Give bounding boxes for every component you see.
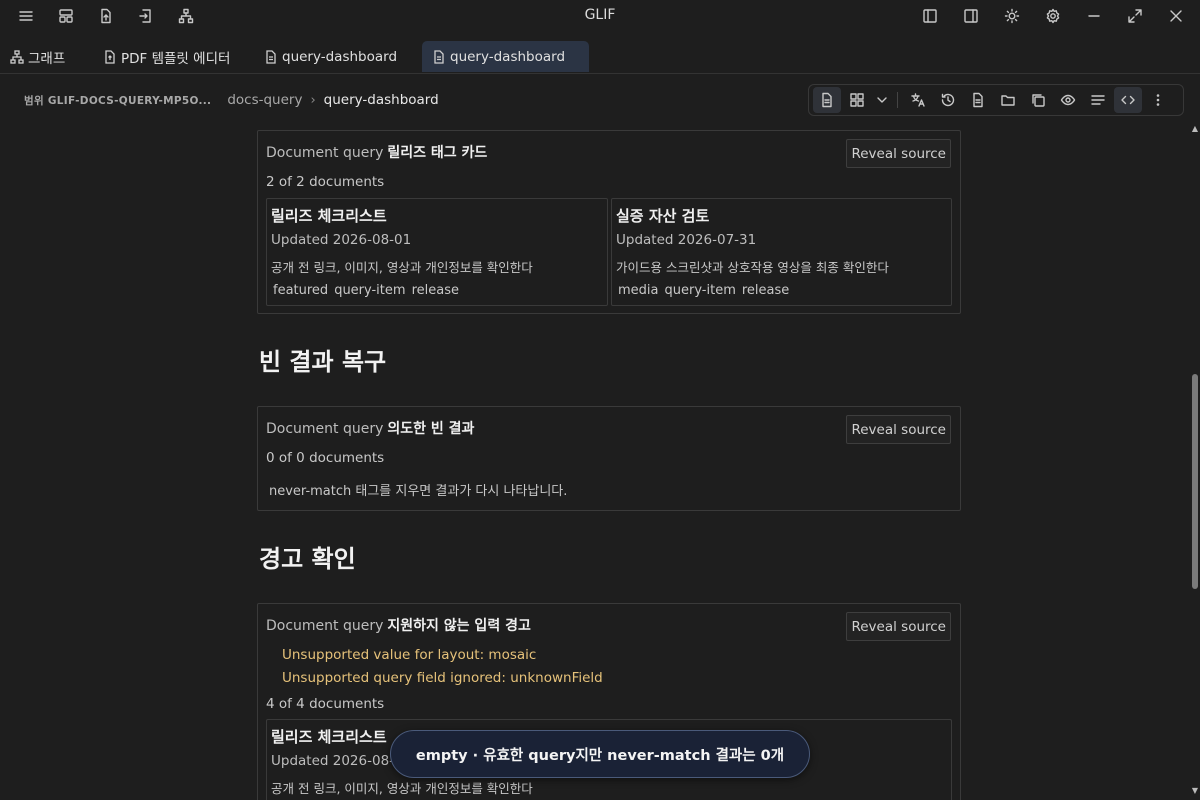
graph-icon xyxy=(10,49,24,64)
gear-icon[interactable] xyxy=(1037,4,1069,28)
card-title[interactable]: 실증 자산 검토 xyxy=(616,205,709,226)
translate-icon[interactable] xyxy=(904,87,932,113)
tab-query-dashboard[interactable]: query-dashboard xyxy=(254,41,407,72)
import-icon[interactable] xyxy=(130,4,162,28)
card-description: 가이드용 스크린샷과 상호작용 영상을 최종 확인한다 xyxy=(616,260,889,275)
card-description: 공개 전 링크, 이미지, 영상과 개인정보를 확인한다 xyxy=(271,260,533,275)
document-view-icon[interactable] xyxy=(813,87,841,113)
sitemap-icon[interactable] xyxy=(170,4,202,28)
query-header: Document query 릴리즈 태그 카드 xyxy=(266,142,487,162)
title-bar: GLIF xyxy=(0,0,1200,32)
document-content: Document query 릴리즈 태그 카드 Reveal source 2 … xyxy=(0,124,1190,800)
folder-open-icon[interactable] xyxy=(994,87,1022,113)
right-sidebar-icon[interactable] xyxy=(955,4,987,28)
tab-label: 그래프 xyxy=(28,50,66,67)
history-icon[interactable] xyxy=(934,87,962,113)
layout-icon[interactable] xyxy=(50,4,82,28)
tab-label: query-dashboard xyxy=(282,48,398,65)
query-name: 지원하지 않는 입력 경고 xyxy=(387,618,531,634)
query-header: Document query 지원하지 않는 입력 경고 xyxy=(266,615,531,635)
card-title[interactable]: 릴리즈 체크리스트 xyxy=(271,726,387,747)
tag[interactable]: featured xyxy=(273,283,328,298)
breadcrumb: 범위 GLIF-DOCS-QUERY-MP5O... docs-query › … xyxy=(24,92,439,108)
copy-icon[interactable] xyxy=(1024,87,1052,113)
more-vertical-icon[interactable] xyxy=(1144,87,1172,113)
query-prefix: Document query xyxy=(266,421,384,437)
minimize-icon[interactable] xyxy=(1078,4,1110,28)
upload-file-icon[interactable] xyxy=(90,4,122,28)
breadcrumb-folder[interactable]: docs-query xyxy=(227,92,302,108)
left-sidebar-icon[interactable] xyxy=(914,4,946,28)
reveal-source-button[interactable]: Reveal source xyxy=(846,415,951,444)
eye-icon[interactable] xyxy=(1054,87,1082,113)
query-card[interactable]: 실증 자산 검토 Updated 2026-07-31 가이드용 스크린샷과 상… xyxy=(611,198,952,306)
tab-label: PDF 템플릿 에디터 xyxy=(121,50,231,67)
view-toolbar xyxy=(808,84,1184,116)
reveal-source-button[interactable]: Reveal source xyxy=(846,139,951,168)
pdf-file-icon xyxy=(105,49,115,64)
card-updated: Updated 2026-07-31 xyxy=(616,232,757,248)
query-block-release-tags: Document query 릴리즈 태그 카드 Reveal source 2 … xyxy=(257,130,961,314)
query-result-count: 2 of 2 documents xyxy=(266,174,385,190)
tag[interactable]: release xyxy=(412,283,459,298)
nav-bar: 범위 GLIF-DOCS-QUERY-MP5O... docs-query › … xyxy=(0,84,1200,118)
tag[interactable]: query-item xyxy=(334,283,405,298)
tag[interactable]: media xyxy=(618,283,659,298)
tab-label: query-dashboard xyxy=(450,48,566,65)
query-header: Document query 의도한 빈 결과 xyxy=(266,418,474,438)
scroll-down-icon[interactable]: ▼ xyxy=(1190,786,1200,795)
card-tags: media query-item release xyxy=(618,283,789,298)
document-icon xyxy=(434,49,444,64)
warning-message: Unsupported query field ignored: unknown… xyxy=(282,670,603,686)
card-tags: featured query-item release xyxy=(273,283,459,298)
empty-result-message: never-match 태그를 지우면 결과가 다시 나타납니다. xyxy=(269,484,568,499)
card-title[interactable]: 릴리즈 체크리스트 xyxy=(271,205,387,226)
close-icon[interactable] xyxy=(1160,4,1192,28)
file-text-icon[interactable] xyxy=(964,87,992,113)
code-icon[interactable] xyxy=(1114,87,1142,113)
maximize-icon[interactable] xyxy=(1119,4,1151,28)
section-heading-empty: 빈 결과 복구 xyxy=(259,348,387,376)
query-result-count: 4 of 4 documents xyxy=(266,696,385,712)
tab-query-dashboard-active[interactable]: query-dashboard xyxy=(422,41,589,72)
toolbar-divider xyxy=(897,92,898,108)
scrollbar[interactable]: ▲ ▼ xyxy=(1190,124,1200,800)
query-prefix: Document query xyxy=(266,618,384,634)
query-name: 의도한 빈 결과 xyxy=(387,421,475,437)
document-icon xyxy=(266,49,276,64)
tab-pdf-template-editor[interactable]: PDF 템플릿 에디터 xyxy=(93,41,240,72)
query-name: 릴리즈 태그 카드 xyxy=(387,145,488,161)
query-block-empty: Document query 의도한 빈 결과 Reveal source 0 o… xyxy=(257,406,961,511)
align-left-icon[interactable] xyxy=(1084,87,1112,113)
breadcrumb-scope[interactable]: 범위 GLIF-DOCS-QUERY-MP5O... xyxy=(24,93,211,108)
section-heading-warnings: 경고 확인 xyxy=(259,545,356,573)
tag[interactable]: query-item xyxy=(665,283,736,298)
chevron-down-icon[interactable] xyxy=(873,87,891,113)
reveal-source-button[interactable]: Reveal source xyxy=(846,612,951,641)
tag[interactable]: release xyxy=(742,283,789,298)
tab-graph[interactable]: 그래프 xyxy=(0,41,75,72)
scrollbar-thumb[interactable] xyxy=(1192,374,1198,589)
card-updated: Updated 2026-08-01 xyxy=(271,232,412,248)
sun-icon[interactable] xyxy=(996,4,1028,28)
warning-message: Unsupported value for layout: mosaic xyxy=(282,647,537,663)
scroll-up-icon[interactable]: ▲ xyxy=(1190,124,1200,133)
query-result-count: 0 of 0 documents xyxy=(266,450,385,466)
chevron-right-icon: › xyxy=(310,92,316,108)
query-prefix: Document query xyxy=(266,145,384,161)
status-toast: empty · 유효한 query지만 never-match 결과는 0개 xyxy=(390,730,810,778)
grid-view-icon[interactable] xyxy=(843,87,871,113)
tab-bar: 그래프 PDF 템플릿 에디터 query-dashboard query-da… xyxy=(0,40,1200,74)
query-card[interactable]: 릴리즈 체크리스트 Updated 2026-08-01 공개 전 링크, 이미… xyxy=(266,198,608,306)
breadcrumb-current[interactable]: query-dashboard xyxy=(324,92,439,108)
card-updated: Updated 2026-08- xyxy=(271,753,395,769)
card-description: 공개 전 링크, 이미지, 영상과 개인정보를 확인한다 xyxy=(271,781,533,796)
menu-icon[interactable] xyxy=(10,4,42,28)
